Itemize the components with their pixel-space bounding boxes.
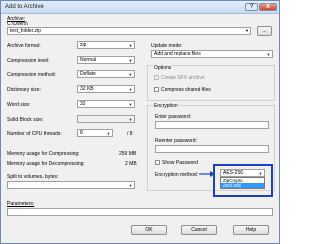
archive-format-value: zip: [80, 42, 87, 48]
compression-level-select[interactable]: Normal ▼: [77, 56, 135, 64]
update-mode-label: Update mode:: [151, 43, 183, 49]
archive-format-select[interactable]: zip ▼: [77, 41, 135, 49]
chevron-down-icon: ▼: [128, 72, 133, 77]
mem-compress-label: Memory usage for Compressing:: [7, 151, 80, 157]
mem-compress-value: 259 MB: [119, 151, 137, 157]
archive-path-value: test_folder.zip: [10, 28, 41, 34]
word-size-value: 32: [80, 101, 86, 107]
dictionary-size-value: 32 KB: [80, 86, 94, 92]
chevron-down-icon: ▼: [128, 102, 133, 107]
show-password-label: Show Password: [162, 160, 198, 166]
word-size-select[interactable]: 32 ▼: [77, 100, 135, 108]
solid-block-size-select: ▼: [77, 115, 135, 123]
cancel-button[interactable]: Cancel: [181, 225, 217, 235]
sfx-checkbox: [154, 75, 159, 80]
enter-password-label: Enter password:: [155, 114, 192, 120]
cpu-threads-label: Number of CPU threads:: [7, 131, 62, 137]
options-group-label: Options: [153, 65, 173, 71]
chevron-down-icon[interactable]: ▼: [245, 28, 249, 34]
compression-method-value: Deflate: [80, 71, 96, 77]
parameters-label: Parameters:: [7, 201, 35, 207]
add-to-archive-dialog: Add to Archive ? X Archive: C:\Users\ te…: [0, 0, 280, 244]
archive-format-label: Archive format:: [7, 43, 41, 49]
help-button[interactable]: Help: [233, 225, 269, 235]
dictionary-size-label: Dictionary size:: [7, 87, 41, 93]
parameters-input[interactable]: [7, 208, 273, 216]
chevron-down-icon: ▼: [128, 183, 133, 188]
encryption-group-label: Encryption: [153, 103, 179, 109]
chevron-down-icon: ▼: [128, 87, 133, 92]
cpu-threads-value: 8: [80, 130, 83, 136]
cpu-threads-total: / 8: [127, 131, 133, 137]
chevron-down-icon: ▼: [258, 171, 263, 176]
chevron-down-icon: ▼: [128, 117, 133, 122]
compression-method-label: Compression method:: [7, 72, 56, 78]
solid-block-size-label: Solid Block size:: [7, 117, 44, 123]
encryption-method-value: AES-256: [223, 170, 244, 176]
mem-decompress-value: 2 MB: [125, 161, 137, 167]
reenter-password-input[interactable]: [155, 145, 269, 153]
encryption-method-select[interactable]: AES-256 ▼: [220, 169, 265, 177]
split-volumes-label: Split to volumes, bytes:: [7, 174, 59, 180]
window-title: Add to Archive: [5, 4, 44, 10]
chevron-down-icon: ▼: [106, 131, 111, 136]
encryption-method-dropdown: ZipCrypto AES-256: [220, 177, 265, 189]
mem-decompress-label: Memory usage for Decompressing:: [7, 161, 85, 167]
title-bar: Add to Archive ? X: [1, 1, 279, 14]
compress-shared-checkbox[interactable]: [154, 87, 159, 92]
close-button[interactable]: X: [259, 3, 277, 11]
chevron-down-icon: ▼: [266, 52, 271, 57]
compression-level-value: Normal: [80, 57, 97, 63]
ok-button[interactable]: OK: [131, 225, 167, 235]
compression-method-select[interactable]: Deflate ▼: [77, 70, 135, 78]
cpu-threads-select[interactable]: 8 ▼: [77, 129, 113, 137]
archive-path-combo[interactable]: test_folder.zip ▼: [7, 27, 251, 35]
encryption-option-aes256[interactable]: AES-256: [221, 183, 264, 188]
encryption-method-label: Encryption method:: [155, 172, 199, 178]
show-password-checkbox[interactable]: [155, 160, 160, 165]
enter-password-input[interactable]: [155, 121, 269, 129]
compress-shared-label: Compress shared files: [161, 87, 211, 93]
browse-button[interactable]: ...: [257, 26, 272, 36]
update-mode-select[interactable]: Add and replace files ▼: [151, 50, 273, 58]
chevron-down-icon: ▼: [128, 58, 133, 63]
chevron-down-icon: ▼: [128, 43, 133, 48]
word-size-label: Word size:: [7, 102, 31, 108]
compression-level-label: Compression level:: [7, 58, 50, 64]
sfx-label: Create SFX archive: [161, 75, 205, 81]
split-volumes-combo[interactable]: ▼: [7, 181, 135, 189]
dictionary-size-select[interactable]: 32 KB ▼: [77, 85, 135, 93]
update-mode-value: Add and replace files: [154, 51, 201, 57]
help-title-button[interactable]: ?: [245, 3, 258, 11]
reenter-password-label: Reenter password:: [155, 138, 197, 144]
